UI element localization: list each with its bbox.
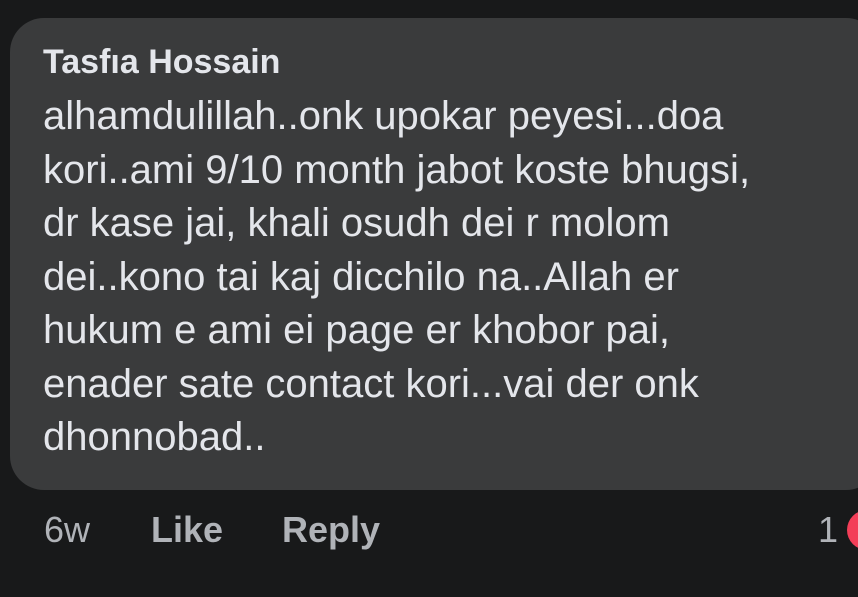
comment-text-line: dhonnobad.. bbox=[43, 415, 266, 459]
comment-timestamp[interactable]: 6w bbox=[44, 505, 90, 555]
comment-text-line: enader sate contact kori...vai der onk bbox=[43, 361, 699, 406]
reply-button[interactable]: Reply bbox=[282, 505, 380, 555]
comment-text-line: hukum e ami ei page er khobor pai, bbox=[43, 308, 671, 352]
comment-text-line: dr kase jai, khali osudh dei r molom bbox=[43, 201, 670, 245]
comment-text-line: alhamdulillah..onk upokar peyesi...doa bbox=[43, 94, 724, 138]
comment-text: alhamdulillah..onk upokar peyesi...doa k… bbox=[43, 90, 858, 465]
like-button[interactable]: Like bbox=[151, 505, 223, 555]
comment-bubble: Tasfıa Hossain alhamdulillah..onk upokar… bbox=[10, 18, 858, 490]
comment-text-line: dei..kono tai kaj dicchilo na..Allah er bbox=[43, 254, 679, 299]
comment-text-line: kori..ami 9/10 month jabot koste bhugsi, bbox=[43, 147, 751, 192]
comment-action-bar: 6w Like Reply 1 bbox=[0, 505, 858, 555]
reaction-count[interactable]: 1 bbox=[818, 505, 838, 555]
comment-author-name[interactable]: Tasfıa Hossain bbox=[43, 42, 858, 82]
